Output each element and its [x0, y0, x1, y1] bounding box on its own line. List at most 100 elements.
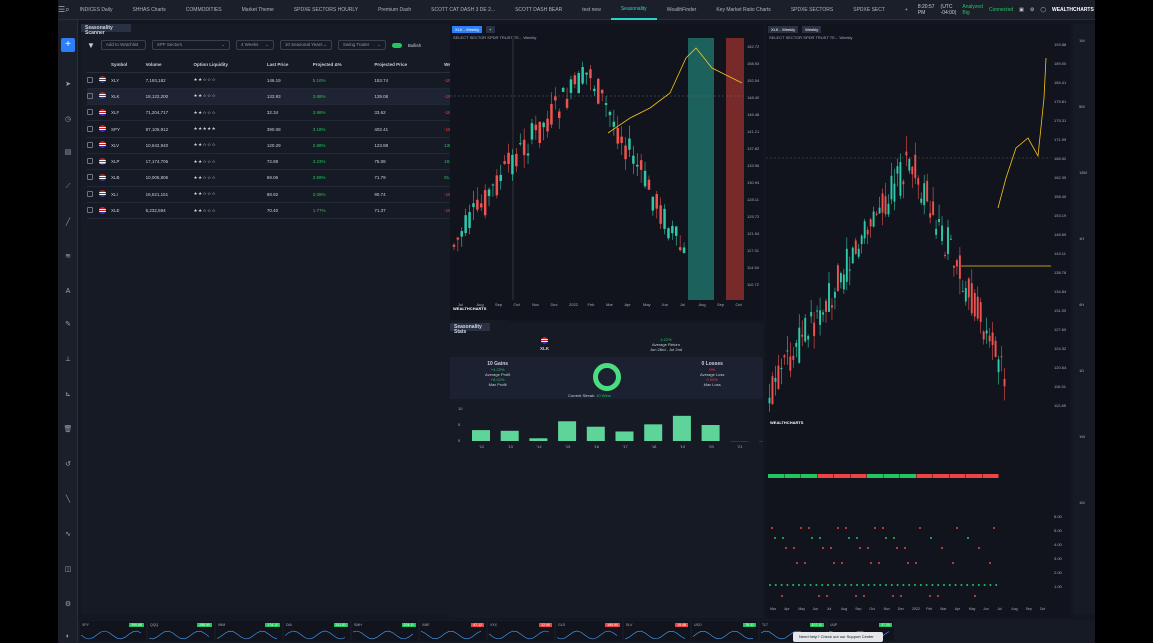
timeframe-button[interactable]: 15M: [1079, 170, 1087, 175]
mini-chart[interactable]: GLD 169.90: [556, 621, 622, 641]
tab-6[interactable]: SCOTT CAT DASH 3 DE 2...: [421, 0, 505, 20]
row-checkbox[interactable]: [87, 190, 93, 197]
table-row[interactable]: XLK18,122,200★★☆☆☆133.933.88%139.08-196.…: [87, 88, 502, 106]
tab-7[interactable]: SCOTT DASH BEAR: [505, 0, 572, 20]
chart-type-icon[interactable]: ╲: [62, 495, 74, 505]
chart-b-tab[interactable]: XLK - Weekly: [768, 26, 799, 33]
row-checkbox[interactable]: [87, 92, 93, 99]
sector-select[interactable]: SPF Sectors ⌄: [151, 40, 230, 50]
timeframe-button[interactable]: 1M: [1079, 38, 1085, 43]
tab-9[interactable]: Seasonality: [610, 0, 657, 20]
chart-xlk-top[interactable]: XLK - Weekly + SELECT SECTOR SPDR TRUST T…: [450, 24, 763, 320]
table-row[interactable]: SPY87,105,912★★★★★390.083.18%402.41-188.…: [87, 120, 502, 138]
indicator-icon[interactable]: ∿: [62, 530, 74, 540]
mini-chart[interactable]: USO 75.32: [692, 621, 758, 641]
col-header[interactable]: Projected Δ%: [312, 58, 375, 73]
table-row[interactable]: XLY7,193,182★★☆☆☆146.195.10%153.74-198.0…: [87, 72, 502, 89]
timeframe-button[interactable]: 1D: [1079, 368, 1084, 373]
candle-body: [872, 211, 875, 227]
undo-icon[interactable]: ↺: [62, 460, 74, 470]
bullish-toggle[interactable]: [391, 42, 402, 48]
text-icon[interactable]: A: [62, 287, 74, 297]
time-axis-label: Aug: [699, 302, 706, 307]
timeframe-button[interactable]: 1W: [1079, 434, 1085, 439]
tab-10[interactable]: WealthFinder: [657, 0, 707, 20]
col-header[interactable]: Last Price: [266, 58, 313, 73]
filter-icon[interactable]: ▼: [87, 41, 95, 50]
layers-icon[interactable]: ◫: [62, 565, 74, 575]
col-header[interactable]: Projected Price: [374, 58, 445, 73]
timeframe-button[interactable]: 5M: [1079, 104, 1085, 109]
table-row[interactable]: XLB10,006,806★★☆☆☆69.063.59%71.7991.00: [87, 169, 502, 187]
measure-icon[interactable]: ⊾: [62, 390, 74, 400]
mini-chart[interactable]: SPY 390.68: [80, 621, 146, 641]
row-checkbox[interactable]: [87, 141, 93, 148]
tab-2[interactable]: COMMODITIES: [176, 0, 232, 20]
trader-select[interactable]: Swing Trader ⌄: [337, 40, 386, 50]
clock-icon[interactable]: ◷: [62, 115, 74, 125]
gear-icon[interactable]: ⚙: [62, 600, 74, 610]
table-row[interactable]: XLV10,642,940★★☆☆☆120.292.98%123.88136.0…: [87, 137, 502, 154]
row-checkbox[interactable]: [87, 207, 93, 214]
timeframe-button[interactable]: 4H: [1079, 302, 1084, 307]
chart-tab[interactable]: XLK - Weekly: [452, 26, 483, 33]
table-row[interactable]: XLF71,204,717★★☆☆☆32.343.98%33.62-188.00: [87, 104, 502, 122]
chart-xlk-right[interactable]: XLK - Weekly Weekly SELECT SECTOR SPDR TR…: [766, 24, 1070, 618]
settings-icon[interactable]: ⚙: [1030, 7, 1034, 13]
brush-icon[interactable]: ✎: [62, 320, 74, 330]
price-axis-label: 141.21: [747, 129, 760, 134]
timeframe-button[interactable]: 1H: [1079, 236, 1084, 241]
row-checkbox[interactable]: [87, 109, 93, 116]
cursor-icon[interactable]: ➤: [62, 80, 74, 90]
table-row[interactable]: XLP17,174,706★★☆☆☆72.883.23%75.08181.00: [87, 153, 502, 171]
avatar[interactable]: ◯: [1040, 7, 1046, 13]
candlestick-chart-b[interactable]: 193.88 189.00 184.41 179.81 175.31 171.99 168.…: [766, 38, 1070, 613]
mini-chart[interactable]: IWM 174.12: [216, 621, 282, 641]
mini-chart[interactable]: SMH 204.11: [352, 621, 418, 641]
row-checkbox[interactable]: [87, 174, 93, 181]
trend-line-icon[interactable]: ⟋: [62, 182, 74, 192]
add-button[interactable]: +: [61, 38, 75, 52]
table-row[interactable]: XLE5,232,594★★☆☆☆70.401.77%71.37-196.00: [87, 202, 502, 220]
row-checkbox[interactable]: [87, 158, 93, 165]
fib-icon[interactable]: ≋: [62, 252, 74, 262]
col-header[interactable]: Option Liquidity: [193, 58, 267, 73]
ruler-icon[interactable]: ⟂: [62, 355, 74, 365]
col-header[interactable]: Symbol: [111, 58, 146, 73]
weeks-select[interactable]: 4 Weeks ⌄: [235, 40, 274, 50]
menu-icon[interactable]: ☰: [58, 0, 65, 20]
timeframe-tab[interactable]: Weekly: [802, 26, 822, 33]
add-tab-button[interactable]: +: [895, 0, 918, 20]
timeframe-button[interactable]: 1M: [1079, 500, 1085, 505]
watchlist-input[interactable]: Add to Watchlist: [100, 40, 146, 50]
tab-12[interactable]: SPDXE SECTORS: [781, 0, 843, 20]
candle-body: [604, 103, 608, 105]
layout-icon[interactable]: ▣: [1019, 7, 1024, 13]
tab-3[interactable]: Market Theme: [232, 0, 284, 20]
add-chart-tab[interactable]: +: [486, 26, 495, 33]
tab-8[interactable]: test new: [572, 0, 611, 20]
mini-chart[interactable]: SLV 19.48: [624, 621, 690, 641]
tab-11[interactable]: Key Market Ratio Charts: [706, 0, 780, 20]
years-select[interactable]: 10 Seasonal Years ⌄: [279, 40, 332, 50]
row-checkbox[interactable]: [87, 125, 93, 132]
col-header[interactable]: Volume: [145, 58, 194, 73]
mini-chart[interactable]: QQQ 288.50: [148, 621, 214, 641]
calendar-icon[interactable]: ▤: [62, 148, 74, 158]
mini-chart[interactable]: DIA 311.81: [284, 621, 350, 641]
tab-0[interactable]: INDICES Daily: [70, 0, 123, 20]
tab-13[interactable]: SPDXE SECT: [843, 0, 895, 20]
mini-chart[interactable]: VXX 22.90: [488, 621, 554, 641]
tab-1[interactable]: SHHAS Charts: [122, 0, 175, 20]
mini-chart[interactable]: XME 47.12: [420, 621, 486, 641]
ray-icon[interactable]: ╱: [62, 218, 74, 228]
support-toast[interactable]: Need help? Check out our Support Center: [793, 632, 883, 642]
candlestick-chart[interactable]: 162.72 158.93 152.54 148.40 146.48 141.21 137.…: [450, 38, 763, 308]
trash-icon[interactable]: 🗑: [62, 425, 74, 435]
table-row[interactable]: XLI16,621,151★★☆☆☆88.922.08%90.74-196.00: [87, 186, 502, 203]
row-checkbox[interactable]: [87, 76, 93, 83]
tab-4[interactable]: SPDXE SECTORS HOURLY: [284, 0, 368, 20]
tab-5[interactable]: Premium Dash: [368, 0, 421, 20]
signal-dot: [792, 584, 795, 586]
help-icon[interactable]: ◐: [62, 632, 74, 642]
